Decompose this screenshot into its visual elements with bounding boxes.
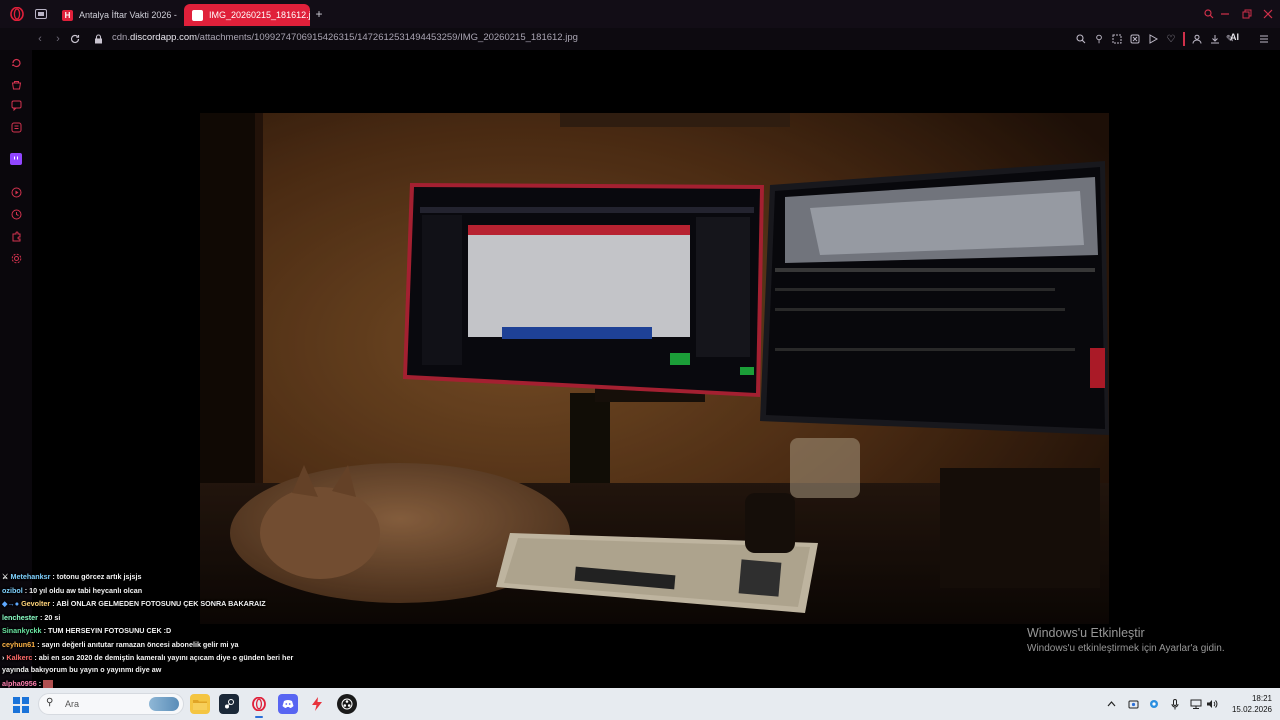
- start-button[interactable]: [13, 697, 29, 713]
- tray-overflow-icon[interactable]: [1104, 697, 1118, 711]
- tab-islands-icon[interactable]: [33, 6, 49, 22]
- reload-icon[interactable]: [67, 31, 83, 47]
- chat-message: › Kalkerc: abi en son 2020 de demiştin k…: [2, 652, 294, 675]
- chat-text: TUM HERSEYIN FOTOSUNU CEK :D: [47, 626, 172, 636]
- stream-chat-overlay: ⚔ Metehanksr: totonu görcez artık jsjsjs…: [2, 570, 332, 690]
- sidebar-whatsapp-icon[interactable]: [10, 121, 22, 133]
- network-icon[interactable]: [1189, 697, 1203, 711]
- browser-tab-bar: H Antalya İftar Vakti 2026 - A IMG_20260…: [0, 0, 1280, 28]
- watermark-subtitle: Windows'u etkinleştirmek için Ayarlar'a …: [1027, 643, 1225, 654]
- chat-message: ceyhun61: sayın değerli anıtutar ramazan…: [2, 639, 239, 649]
- tray-cloud-icon[interactable]: [1147, 697, 1161, 711]
- bolt-app-icon[interactable]: [307, 694, 327, 714]
- tab-image[interactable]: IMG_20260215_181612.jpg: [184, 4, 310, 26]
- new-tab-button[interactable]: +: [311, 6, 327, 22]
- sidebar-ai-icon[interactable]: [10, 56, 22, 68]
- restore-icon[interactable]: [1240, 7, 1254, 21]
- desk-photo[interactable]: [200, 113, 1109, 624]
- chat-message: ◆→● Gevolter: ABİ ONLAR GELMEDEN FOTOSUN…: [2, 599, 266, 609]
- chat-message: ⚔ Metehanksr: totonu görcez artık jsjsjs: [2, 572, 142, 581]
- obs-icon[interactable]: [337, 694, 357, 714]
- chat-username[interactable]: Metehanksr: [10, 572, 50, 581]
- heart-icon[interactable]: ♡: [1163, 31, 1179, 47]
- haberturk-favicon-icon: H: [62, 9, 73, 21]
- minimize-icon[interactable]: [1218, 7, 1232, 21]
- sidebar-messenger-icon[interactable]: [10, 99, 22, 111]
- chat-username[interactable]: Gevolter: [21, 599, 50, 608]
- discord-icon[interactable]: [278, 694, 298, 714]
- zoom-icon[interactable]: [1073, 31, 1089, 47]
- tab-label: IMG_20260215_181612.jpg: [209, 10, 310, 20]
- sidebar-history-icon[interactable]: [10, 208, 22, 220]
- close-icon[interactable]: [1261, 7, 1275, 21]
- tab-iftar[interactable]: H Antalya İftar Vakti 2026 - A: [54, 4, 178, 26]
- tray-app-icon[interactable]: [1126, 697, 1140, 711]
- chat-username[interactable]: ozibol: [2, 586, 23, 595]
- taskbar-search[interactable]: ⚲ Ara: [38, 693, 184, 715]
- sidebar-twitch-icon[interactable]: [10, 153, 22, 165]
- chat-message: Sinankyckk: TUM HERSEYIN FOTOSUNU CEK :D: [2, 626, 172, 636]
- taskbar-clock[interactable]: 18:21 15.02.2026: [1222, 693, 1272, 715]
- chat-badge: ◆→●: [2, 599, 20, 609]
- sidebar-player-icon[interactable]: [10, 186, 22, 198]
- sidebar-shopping-icon[interactable]: [10, 78, 22, 90]
- search-placeholder: Ara: [65, 699, 80, 709]
- search-highlight-icon: [149, 697, 179, 711]
- forward-icon[interactable]: ›: [50, 31, 66, 47]
- search-icon: ⚲: [46, 697, 54, 708]
- pin-icon[interactable]: ⚲: [1091, 31, 1107, 47]
- watermark-title: Windows'u Etkinleştir: [1027, 626, 1145, 640]
- file-explorer-icon[interactable]: [190, 694, 210, 714]
- chat-badge: ⚔: [2, 572, 9, 581]
- address-bar: ‹ › cdn.discordapp.com/attachments/10992…: [0, 28, 1280, 50]
- chat-username[interactable]: Sinankyckk: [2, 626, 42, 635]
- windows-activation-watermark: Windows'u Etkinleştir Windows'u etkinleş…: [1027, 626, 1225, 654]
- chat-text: abi en son 2020 de demiştin kameralı yay…: [2, 652, 294, 675]
- player-icon[interactable]: [1145, 31, 1161, 47]
- sidebar-extensions-icon[interactable]: [10, 230, 22, 242]
- chat-text: ABİ ONLAR GELMEDEN FOTOSUNU ÇEK SONRA BA…: [56, 599, 266, 609]
- url-path: /attachments/1099274706915426315/1472612…: [197, 32, 578, 43]
- microphone-icon[interactable]: [1168, 697, 1182, 711]
- chat-message: ozibol: 10 yıl oldu aw tabi heycanlı olc…: [2, 585, 143, 595]
- chat-text: totonu görcez artık jsjsjs: [56, 572, 142, 581]
- snapshot-icon[interactable]: [1109, 31, 1125, 47]
- search-tabs-icon[interactable]: [1202, 7, 1216, 21]
- clock-date: 15.02.2026: [1231, 705, 1272, 714]
- chat-username[interactable]: Kalkerc: [6, 653, 32, 662]
- url-prefix: cdn.: [112, 32, 130, 43]
- download-icon[interactable]: [1207, 31, 1223, 47]
- opera-taskbar-icon[interactable]: [249, 694, 269, 718]
- image-file-icon: [192, 9, 203, 21]
- chat-username[interactable]: alpha0956: [2, 679, 37, 688]
- tab-label: Antalya İftar Vakti 2026 - A: [79, 10, 178, 20]
- chat-text: sayın değerli anıtutar ramazan öncesi ab…: [41, 639, 239, 649]
- url-field[interactable]: cdn.discordapp.com/attachments/109927470…: [112, 32, 578, 43]
- url-domain: discordapp.com: [129, 32, 198, 43]
- ai-button[interactable]: AI: [1230, 32, 1239, 42]
- chat-username[interactable]: ceyhun61: [2, 640, 35, 649]
- back-icon[interactable]: ‹: [32, 31, 48, 47]
- profile-icon[interactable]: [1189, 31, 1205, 47]
- sidebar-settings-icon[interactable]: [10, 252, 22, 264]
- chat-badge: ›: [2, 652, 5, 662]
- chat-text: 20 si: [44, 612, 61, 622]
- chat-username[interactable]: lenchester: [2, 613, 38, 622]
- steam-icon[interactable]: [219, 694, 239, 714]
- chat-message: lenchester: 20 si: [2, 612, 61, 622]
- chat-emote-icon: [43, 679, 54, 688]
- adblock-icon[interactable]: [1127, 31, 1143, 47]
- clock-time: 18:21: [1251, 694, 1272, 703]
- lock-icon[interactable]: [90, 31, 106, 47]
- easy-setup-icon[interactable]: [1256, 31, 1272, 47]
- volume-icon[interactable]: [1205, 697, 1219, 711]
- opera-menu-icon[interactable]: [9, 6, 25, 22]
- windows-taskbar: ⚲ Ara 18:21 15.02.2026: [0, 688, 1280, 720]
- chat-text: 10 yıl oldu aw tabi heycanlı olcan: [29, 585, 143, 595]
- toolbar-divider: [1183, 32, 1185, 46]
